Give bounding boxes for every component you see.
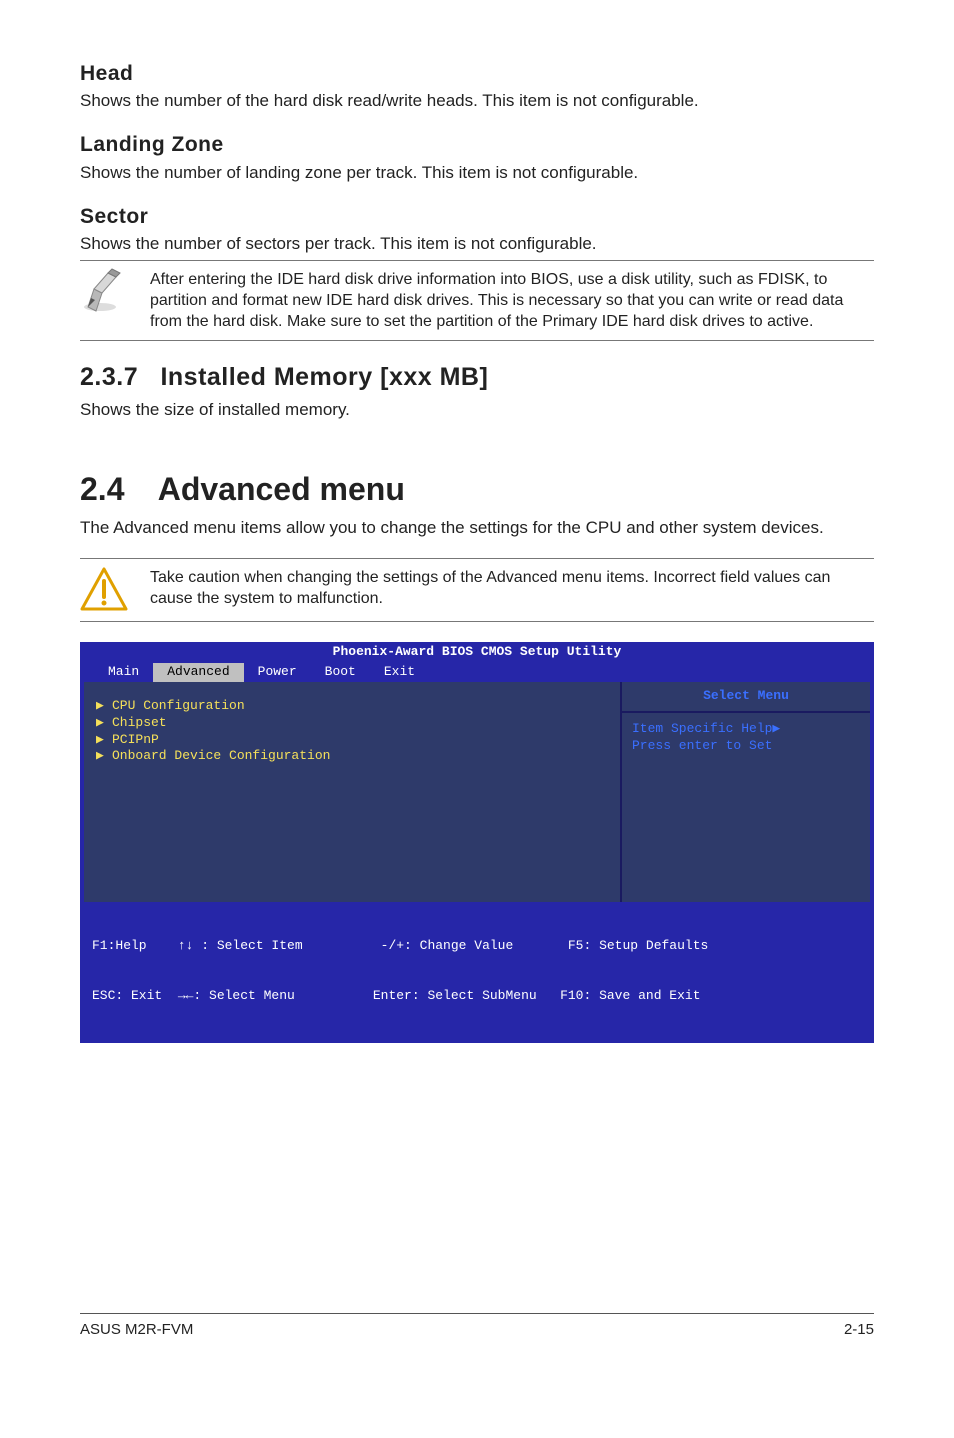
chevron-right-icon: ▶ [96,698,112,715]
h2-installed-memory: 2.3.7 Installed Memory [xxx MB] [80,361,874,395]
bios-footer-line1: F1:Help ↑↓ : Select Item -/+: Change Val… [92,938,862,955]
footer-right: 2-15 [844,1320,874,1340]
warning-icon [80,565,128,613]
bios-footer-line2: ESC: Exit →←: Select Menu Enter: Select … [92,988,862,1005]
footer-left: ASUS M2R-FVM [80,1320,193,1340]
h2-num: 2.3.7 [80,363,138,391]
bios-item-chipset[interactable]: ▶Chipset [96,715,612,732]
bios-item-onboard[interactable]: ▶Onboard Device Configuration [96,748,612,765]
bios-tab-exit[interactable]: Exit [370,663,429,682]
page-footer: ASUS M2R-FVM 2-15 [80,1313,874,1340]
bios-tab-boot[interactable]: Boot [311,663,370,682]
h1-advanced-body: The Advanced menu items allow you to cha… [80,517,874,540]
bios-tab-main[interactable]: Main [94,663,153,682]
bios-footer: F1:Help ↑↓ : Select Item -/+: Change Val… [80,902,874,1043]
pencil-icon [80,267,128,315]
note-pencil: After entering the IDE hard disk drive i… [80,260,874,341]
note-warning: Take caution when changing the settings … [80,558,874,622]
chevron-right-icon: ▶ [96,748,112,765]
bios-menubar: Main Advanced Power Boot Exit [80,663,874,682]
bios-help-line3: Press enter to Set [632,738,860,755]
bios-tab-power[interactable]: Power [244,663,311,682]
note-pencil-text: After entering the IDE hard disk drive i… [150,267,874,332]
section-sector-body: Shows the number of sectors per track. T… [80,233,874,256]
h2-title: Installed Memory [xxx MB] [160,363,488,391]
bios-item-pcipnp[interactable]: ▶PCIPnP [96,732,612,749]
section-head-title: Head [80,60,874,88]
bios-right-title: Select Menu [622,682,870,713]
section-landing-title: Landing Zone [80,131,874,159]
h1-advanced-menu: 2.4 Advanced menu [80,468,874,511]
bios-item-cpu[interactable]: ▶CPU Configuration [96,698,612,715]
bios-right-pane: Select Menu Item Specific Help▶ Press en… [620,682,870,902]
chevron-right-icon: ▶ [96,715,112,732]
h1-title: Advanced menu [158,471,405,507]
bios-title: Phoenix-Award BIOS CMOS Setup Utility [80,642,874,663]
section-head-body: Shows the number of the hard disk read/w… [80,90,874,113]
h1-num: 2.4 [80,468,150,511]
note-warning-text: Take caution when changing the settings … [150,565,874,609]
bios-screenshot: Phoenix-Award BIOS CMOS Setup Utility Ma… [80,642,874,1043]
section-sector-title: Sector [80,203,874,231]
h2-installed-body: Shows the size of installed memory. [80,399,874,422]
bios-help-line1: Item Specific Help▶ [632,721,860,738]
chevron-right-icon: ▶ [96,732,112,749]
bios-left-pane: ▶CPU Configuration ▶Chipset ▶PCIPnP ▶Onb… [84,682,620,902]
section-landing-body: Shows the number of landing zone per tra… [80,162,874,185]
bios-tab-advanced[interactable]: Advanced [153,663,243,682]
